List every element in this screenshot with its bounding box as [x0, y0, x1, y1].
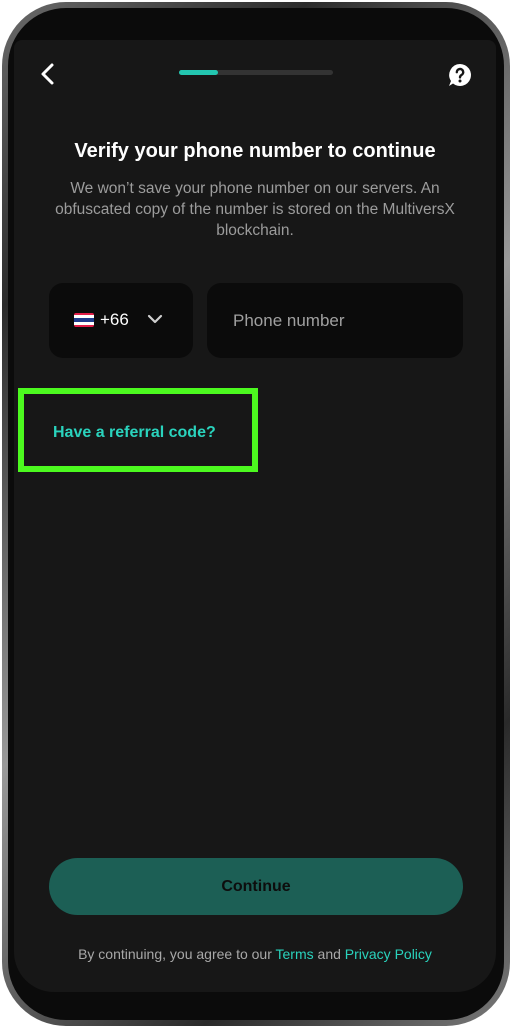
- progress-bar: [179, 70, 333, 75]
- page-subtitle: We won’t save your phone number on our s…: [55, 180, 455, 239]
- back-button[interactable]: [36, 60, 60, 88]
- chevron-down-icon: [147, 314, 163, 324]
- legal-notice: By continuing, you agree to our Terms an…: [14, 946, 496, 962]
- phone-number-input[interactable]: [207, 283, 463, 358]
- referral-code-link[interactable]: Have a referral code?: [53, 424, 216, 442]
- legal-and-text: and: [313, 946, 345, 962]
- question-bubble-icon: [449, 64, 471, 86]
- thailand-flag-icon: [74, 313, 94, 327]
- help-button[interactable]: [447, 62, 473, 88]
- page-title: Verify your phone number to continue: [74, 140, 436, 162]
- progress-bar-fill: [179, 70, 218, 75]
- country-code-select[interactable]: +66: [49, 283, 193, 358]
- privacy-policy-link[interactable]: Privacy Policy: [345, 946, 432, 962]
- continue-button[interactable]: Continue: [49, 858, 463, 915]
- legal-prefix-text: By continuing, you agree to our: [78, 946, 276, 962]
- terms-link[interactable]: Terms: [276, 946, 314, 962]
- dial-code: +66: [100, 310, 129, 329]
- app-screen: Verify your phone number to continue We …: [14, 40, 496, 992]
- chevron-left-icon: [41, 63, 54, 85]
